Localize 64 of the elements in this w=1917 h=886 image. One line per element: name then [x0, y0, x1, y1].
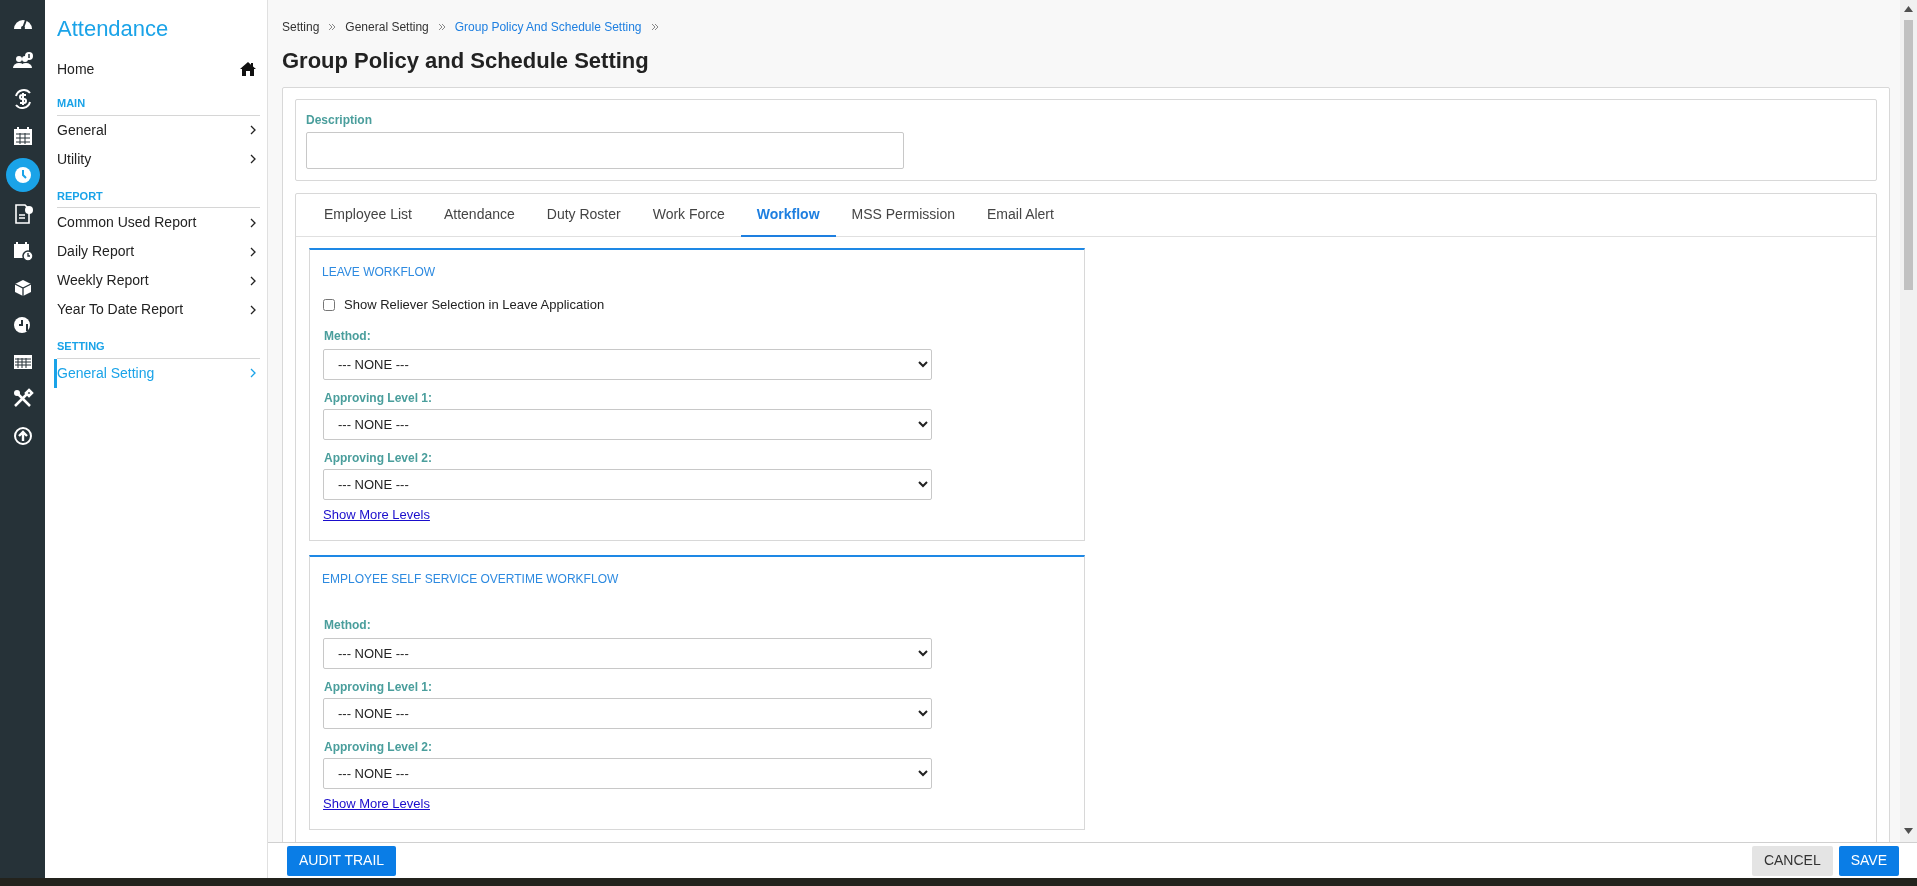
panel-title: EMPLOYEE SELF SERVICE OVERTIME WORKFLOW — [322, 571, 620, 588]
chevron-right-icon — [250, 217, 256, 228]
tab[interactable]: Email Alert — [971, 194, 1070, 237]
calendar-icon — [11, 125, 34, 147]
tab[interactable]: Workflow — [740, 194, 836, 237]
scroll-up-icon[interactable] — [1904, 6, 1913, 12]
chevron-right-icon — [250, 154, 256, 164]
double-chevron-icon — [328, 23, 337, 31]
sidebar-item[interactable]: Daily Report — [57, 237, 260, 266]
section-heading: REPORT — [57, 187, 260, 208]
sidebar-item[interactable]: Utility — [57, 144, 260, 174]
checkbox-label: Show Reliever Selection in Leave Application — [344, 296, 605, 315]
double-chevron-icon — [437, 23, 446, 31]
section-heading: MAIN — [57, 95, 260, 116]
app-title: Attendance — [57, 15, 170, 43]
chevron-right-icon — [250, 246, 256, 257]
show-more-link[interactable]: Show More Levels — [323, 505, 430, 525]
calendar-clock-icon — [11, 240, 34, 262]
double-chevron-icon — [650, 23, 659, 31]
chevron-right-icon — [250, 125, 256, 135]
tab[interactable]: Duty Roster — [530, 194, 637, 237]
footer-button[interactable]: CANCEL — [1751, 845, 1833, 876]
dropdown-select[interactable]: --- NONE --- — [323, 409, 932, 440]
checkbox[interactable] — [323, 299, 335, 311]
footer-button[interactable]: SAVE — [1838, 845, 1899, 876]
description-input[interactable] — [306, 132, 904, 169]
show-more-link[interactable]: Show More Levels — [323, 794, 430, 814]
sidebar-item[interactable]: Common Used Report — [57, 208, 260, 237]
dropdown-select[interactable]: --- NONE --- — [323, 758, 932, 789]
tab[interactable]: Attendance — [427, 194, 531, 237]
scrollbar-thumb[interactable] — [1904, 20, 1913, 290]
upload-icon — [11, 425, 34, 447]
tab[interactable]: Employee List — [308, 194, 428, 237]
field-label: Approving Level 2: — [324, 450, 434, 467]
tab[interactable]: Work Force — [636, 194, 741, 237]
scrollbar[interactable] — [1900, 0, 1917, 842]
chevron-right-icon — [250, 275, 256, 286]
chevron-right-icon — [250, 304, 256, 315]
field-label: Method: — [324, 328, 372, 345]
breadcrumb-link[interactable]: Setting — [282, 18, 320, 36]
field-label: Approving Level 1: — [324, 390, 434, 407]
field-label: Approving Level 2: — [324, 739, 434, 756]
dropdown-select[interactable]: --- NONE --- — [323, 698, 932, 729]
home-icon[interactable] — [240, 62, 256, 76]
panel-title: LEAVE WORKFLOW — [322, 264, 437, 281]
sidebar-item[interactable]: Year To Date Report — [57, 295, 260, 324]
breadcrumb-link[interactable]: Group Policy And Schedule Setting — [454, 18, 642, 36]
tab[interactable]: MSS Permission — [835, 194, 971, 237]
page-title: Group Policy and Schedule Setting — [282, 47, 650, 75]
field-label: Approving Level 1: — [324, 679, 434, 696]
dropdown-select[interactable]: --- NONE --- — [323, 469, 932, 500]
nav-icon-button[interactable] — [5, 158, 40, 192]
sidebar-item[interactable]: Weekly Report — [57, 266, 260, 295]
footer-button[interactable]: AUDIT TRAIL — [287, 845, 397, 876]
dropdown-select[interactable]: --- NONE --- — [323, 349, 932, 380]
dropdown-select[interactable]: --- NONE --- — [323, 638, 932, 669]
sidebar-item[interactable]: General — [57, 115, 260, 145]
home-link[interactable]: Home — [57, 58, 95, 80]
scroll-down-icon[interactable] — [1904, 828, 1913, 834]
chevron-right-icon — [250, 368, 256, 378]
breadcrumb-link[interactable]: General Setting — [345, 18, 429, 36]
section-heading: SETTING — [57, 338, 260, 359]
field-label: Method: — [324, 617, 372, 634]
field-label: Description — [306, 112, 373, 129]
